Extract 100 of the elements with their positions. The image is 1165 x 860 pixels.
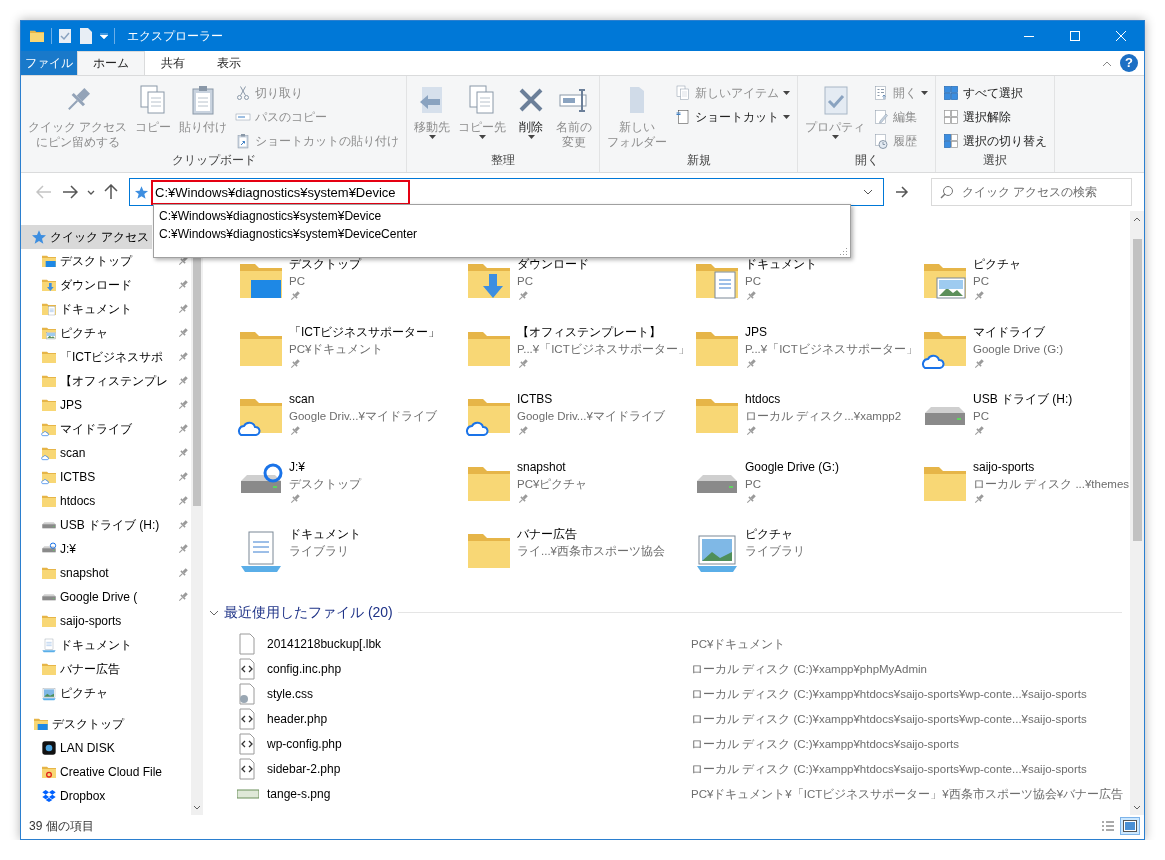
invert-selection-button[interactable]: 選択の切り替え	[940, 130, 1051, 152]
suggestion-item[interactable]: C:¥Windows¥diagnostics¥system¥Device	[154, 207, 850, 225]
tiles-view-button[interactable]	[1120, 817, 1140, 835]
folder-location: PC	[973, 409, 990, 424]
folder-name[interactable]: Google Drive (G:)	[745, 458, 840, 476]
ribbon-tab[interactable]: ホーム	[77, 51, 145, 75]
folder-location: PC	[289, 274, 306, 289]
nav-item[interactable]: デスクトップ	[21, 712, 191, 736]
pin-icon	[177, 567, 189, 579]
folder-location: ローカル ディスク...¥xampp2	[745, 409, 902, 424]
file-location: ローカル ディスク (C:)¥xampp¥phpMyAdmin	[691, 661, 928, 677]
pin-icon	[745, 290, 757, 302]
folder-name[interactable]: USB ドライブ (H:)	[973, 391, 1073, 408]
chevron-down-icon	[87, 189, 95, 195]
nav-item[interactable]: scan	[21, 441, 191, 465]
folder-name[interactable]: J:¥	[289, 458, 361, 476]
folder-name[interactable]: snapshot	[517, 458, 588, 476]
nav-item[interactable]: JPS	[21, 393, 191, 417]
file-name[interactable]: tange-s.png	[267, 787, 691, 801]
minimize-icon	[1024, 35, 1034, 37]
suggestion-item[interactable]: C:¥Windows¥diagnostics¥system¥DeviceCenter	[154, 225, 850, 243]
nav-item[interactable]: ピクチャ	[21, 321, 191, 345]
nav-item[interactable]: クイック アクセス	[21, 225, 152, 249]
nav-item[interactable]: USB ドライブ (H:)	[21, 513, 191, 537]
file-menu-tab[interactable]: ファイル	[21, 51, 77, 75]
pin-icon	[745, 425, 757, 437]
section-title[interactable]: 最近使用したファイル (20)	[224, 603, 393, 622]
file-name[interactable]: sidebar-2.php	[267, 762, 691, 776]
pin-icon	[745, 492, 757, 505]
folder-name[interactable]: JPS	[745, 323, 918, 341]
folder-name[interactable]: ICTBS	[517, 391, 665, 408]
folder-name[interactable]: ドキュメント	[289, 526, 361, 543]
folder-icon	[41, 565, 57, 581]
star-icon	[31, 229, 47, 245]
pin-icon	[177, 279, 189, 291]
delete-button[interactable]: 削除	[511, 80, 552, 139]
nav-item[interactable]: Dropbox	[21, 784, 191, 808]
folder-icon	[41, 349, 57, 365]
nav-item[interactable]: バナー広告	[21, 657, 191, 681]
select-all-button[interactable]: すべて選択	[940, 82, 1051, 104]
grid-icon	[943, 109, 960, 125]
folder-location: ローカル ディスク ...¥themes	[973, 476, 1130, 492]
file-name[interactable]: config.inc.php	[267, 662, 691, 676]
folder-name[interactable]: ダウンロード	[517, 256, 589, 273]
folder-icon	[41, 493, 57, 509]
pin-icon	[289, 290, 301, 302]
nav-item[interactable]: 【オフィステンプレ	[21, 369, 191, 393]
grid-icon	[943, 133, 960, 149]
nav-item[interactable]: saijo-sports	[21, 609, 191, 633]
pin-icon	[517, 290, 529, 302]
nav-item[interactable]: snapshot	[21, 561, 191, 585]
nav-item[interactable]: 「ICTビジネスサポ	[21, 345, 191, 369]
folder-name[interactable]: バナー広告	[517, 526, 665, 543]
file-location: PC¥ドキュメント	[691, 636, 787, 652]
arrow-right-icon	[894, 186, 909, 198]
folder-name[interactable]: 【オフィステンプレート】	[517, 323, 690, 341]
nav-item[interactable]: Google Drive (	[21, 585, 191, 609]
nav-item[interactable]: J:¥	[21, 537, 191, 561]
nav-item[interactable]: LAN DISK	[21, 736, 191, 760]
file-name[interactable]: header.php	[267, 712, 691, 726]
nav-item[interactable]: ドキュメント	[21, 297, 191, 321]
folder-name[interactable]: saijo-sports	[973, 458, 1130, 476]
pin-icon	[517, 492, 529, 505]
folder-location: PC¥ピクチャ	[517, 476, 588, 492]
file-name[interactable]: wp-config.php	[267, 737, 691, 751]
folder-location: Google Driv...¥マイドライブ	[517, 409, 665, 424]
folder-name[interactable]: ピクチャ	[973, 256, 1021, 273]
shortcut-icon	[675, 109, 692, 125]
folder-name[interactable]: htdocs	[745, 391, 902, 408]
pictures-folder-icon	[41, 325, 57, 341]
scrollbar[interactable]	[1130, 211, 1144, 815]
nav-item[interactable]: マイドライブ	[21, 417, 191, 441]
app-icon	[41, 740, 57, 756]
search-field[interactable]: クイック アクセスの検索	[931, 178, 1132, 206]
folder-name[interactable]: ドキュメント	[745, 256, 817, 273]
folder-location: PC	[517, 274, 534, 289]
help-button[interactable]: ?	[1120, 54, 1138, 72]
folder-name[interactable]: デスクトップ	[289, 256, 361, 273]
pin-icon	[177, 375, 189, 387]
list-icon	[1101, 820, 1115, 832]
shortcut-button[interactable]: ショートカット	[672, 106, 794, 128]
nav-item[interactable]: htdocs	[21, 489, 191, 513]
folder-name[interactable]: ピクチャ	[745, 526, 805, 543]
file-location: ローカル ディスク (C:)¥xampp¥htdocs¥saijo-sports	[691, 736, 960, 752]
resize-grip-icon[interactable]	[840, 247, 848, 255]
item-count: 39 個の項目	[29, 817, 94, 835]
nav-item[interactable]: ピクチャ	[21, 681, 191, 705]
file-name[interactable]: style.css	[267, 687, 691, 701]
select-none-button[interactable]: 選択解除	[940, 106, 1051, 128]
nav-item[interactable]: ダウンロード	[21, 273, 191, 297]
folder-name[interactable]: scan	[289, 391, 437, 408]
folder-name[interactable]: マイドライブ	[973, 323, 1064, 341]
folder-name[interactable]: 「ICTビジネスサポーター」	[289, 323, 441, 341]
desktop-folder-icon	[41, 253, 57, 269]
grid-icon	[943, 85, 960, 101]
nav-item[interactable]: Creative Cloud File	[21, 760, 191, 784]
nav-item[interactable]: ICTBS	[21, 465, 191, 489]
nav-item[interactable]: ドキュメント	[21, 633, 191, 657]
file-name[interactable]: 20141218buckup[.lbk	[267, 637, 691, 651]
group-label: 整理	[490, 152, 517, 169]
